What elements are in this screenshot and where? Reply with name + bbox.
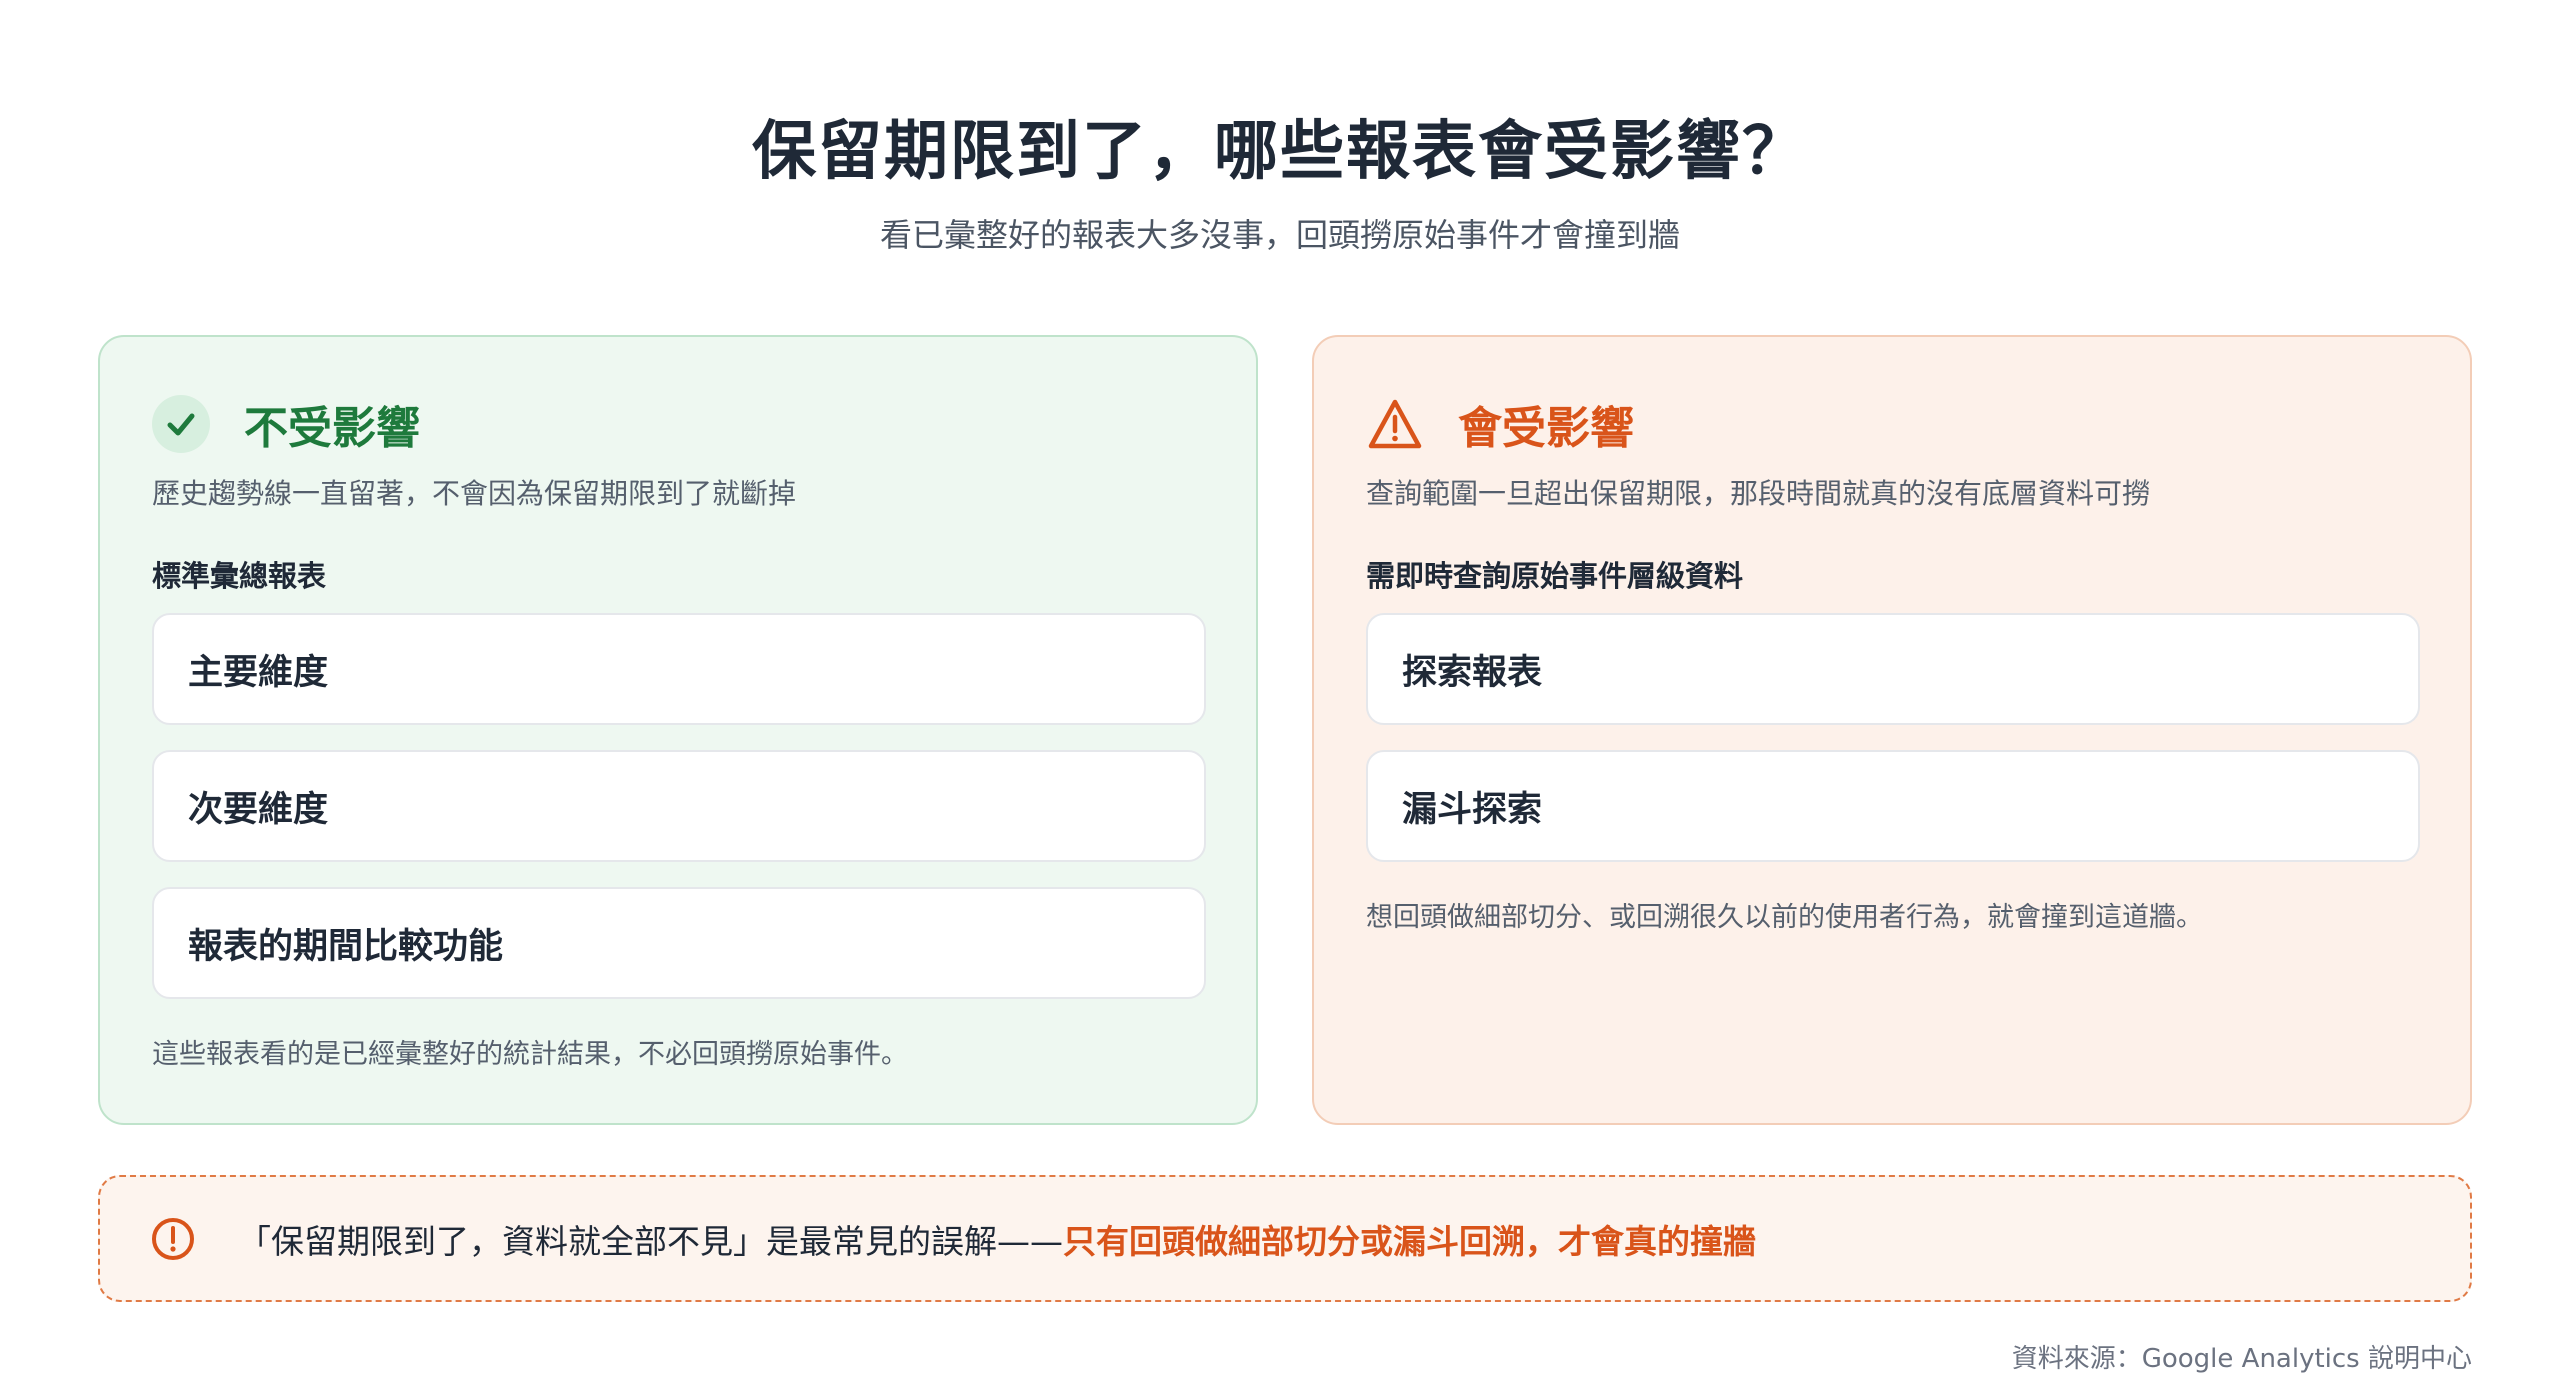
unaffected-note: 這些報表看的是已經彙整好的統計結果，不必回頭撈原始事件。 [152,1039,908,1070]
unaffected-description: 歷史趨勢線一直留著，不會因為保留期限到了就斷掉 [152,477,797,510]
page-subtitle: 看已彙整好的報表大多沒事，回頭撈原始事件才會撞到牆 [879,216,1680,254]
page-title: 保留期限到了，哪些報表會受影響？ [752,115,1808,189]
affected-subtitle: 需即時查詢原始事件層級資料 [1366,559,1744,593]
unaffected-item: 報表的期間比較功能 [152,887,1206,999]
affected-title: 會受影響 [1458,403,1634,454]
unaffected-header: 不受影響 [152,392,420,456]
source-note: 資料來源：Google Analytics 說明中心 [2011,1344,2472,1374]
affected-header: 會受影響 [1366,392,1634,456]
callout-lead: 「保留期限到了，資料就全部不見」是最常見的誤解—— [238,1221,1063,1261]
misconception-callout: 「保留期限到了，資料就全部不見」是最常見的誤解——只有回頭做細部切分或漏斗回溯，… [98,1175,2472,1302]
unaffected-item: 次要維度 [152,750,1206,862]
check-icon [152,395,210,453]
warning-icon [1366,395,1424,453]
alert-circle-icon [150,1216,196,1262]
callout-text: 「保留期限到了，資料就全部不見」是最常見的誤解——只有回頭做細部切分或漏斗回溯，… [238,1215,1756,1263]
affected-description: 查詢範圍一旦超出保留期限，那段時間就真的沒有底層資料可撈 [1366,477,2151,510]
callout-emphasis: 只有回頭做細部切分或漏斗回溯，才會真的撞牆 [1063,1221,1756,1261]
affected-item: 探索報表 [1366,613,2420,725]
unaffected-title: 不受影響 [244,403,420,454]
affected-item: 漏斗探索 [1366,750,2420,862]
affected-panel: 會受影響 查詢範圍一旦超出保留期限，那段時間就真的沒有底層資料可撈 需即時查詢原… [1312,335,2472,1125]
unaffected-panel: 不受影響 歷史趨勢線一直留著，不會因為保留期限到了就斷掉 標準彙總報表 主要維度… [98,335,1258,1125]
affected-note: 想回頭做細部切分、或回溯很久以前的使用者行為，就會撞到這道牆。 [1366,902,2203,933]
unaffected-subtitle: 標準彙總報表 [152,559,327,593]
unaffected-item: 主要維度 [152,613,1206,725]
